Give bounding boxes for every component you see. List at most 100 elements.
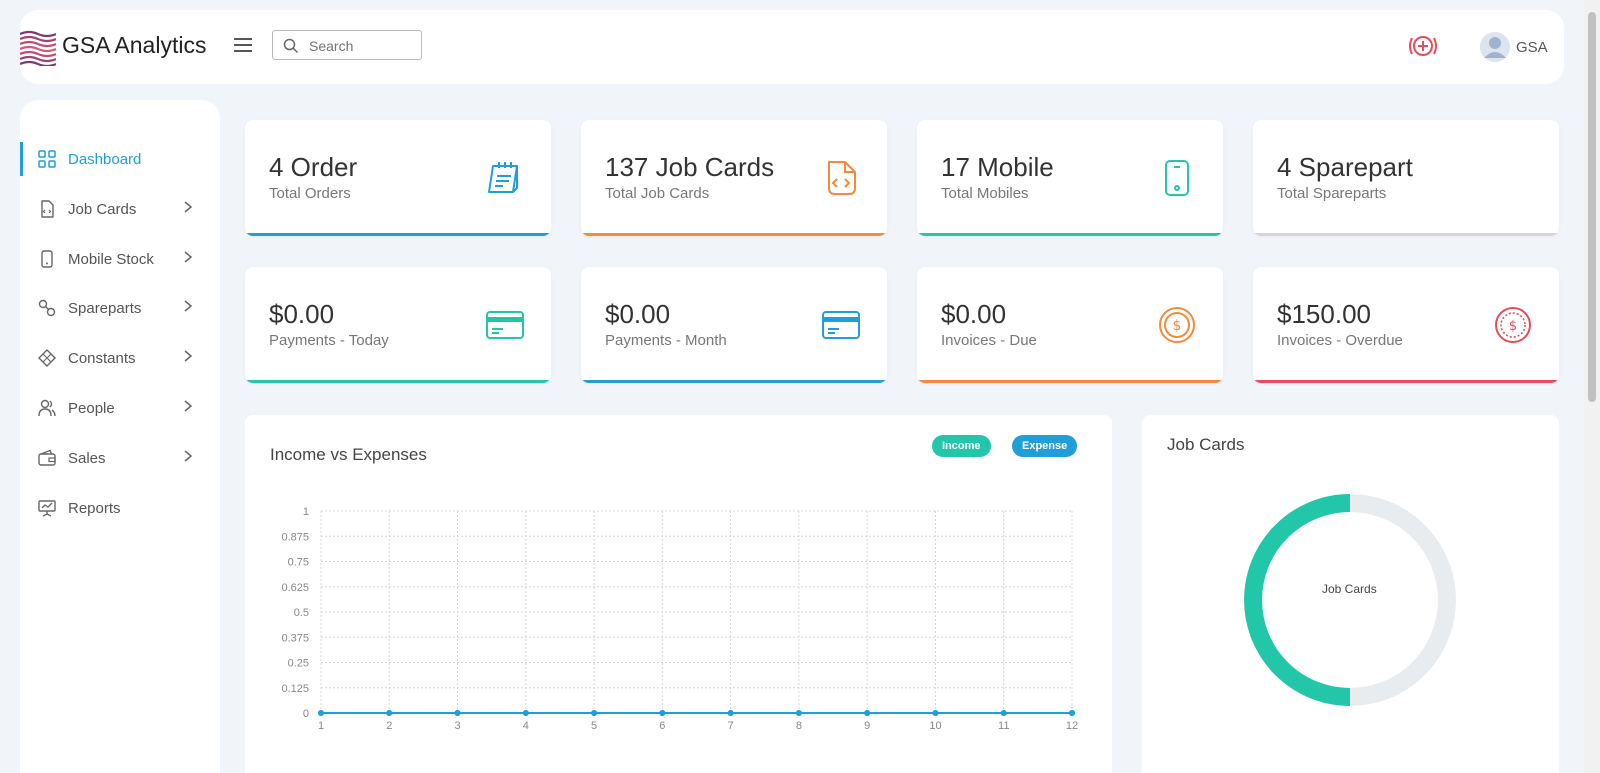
stat-card-payments-today[interactable]: $0.00 Payments - Today	[245, 267, 551, 383]
sidebar-item-label: Job Cards	[68, 200, 137, 218]
x-tick-label: 12	[1066, 720, 1078, 732]
stat-accent-bar	[1253, 233, 1559, 236]
sidebar-item-mobile-stock[interactable]: Mobile Stock	[20, 242, 220, 276]
stat-accent-bar	[245, 380, 551, 383]
stat-accent-bar	[581, 380, 887, 383]
data-point-expense	[659, 710, 666, 716]
sidebar-item-label: People	[68, 399, 115, 417]
data-point-expense	[795, 710, 802, 716]
sidebar-item-label: Sales	[68, 449, 106, 467]
x-tick-label: 1	[318, 720, 324, 732]
x-tick-label: 9	[864, 720, 870, 732]
mobile-icon	[41, 250, 53, 268]
stat-card-invoices-due[interactable]: $0.00 Invoices - Due $	[917, 267, 1223, 383]
stat-label: Total Spareparts	[1277, 185, 1387, 202]
sidebar-item-spareparts[interactable]: Spareparts	[20, 291, 220, 325]
stat-card-job-cards[interactable]: 137 Job Cards Total Job Cards	[581, 120, 887, 236]
chevron-right-icon	[184, 400, 193, 412]
y-tick-label: 0.625	[281, 582, 309, 594]
x-tick-label: 7	[728, 720, 734, 732]
y-tick-label: 0.5	[294, 607, 309, 619]
sidebar-item-label: Reports	[68, 499, 121, 517]
x-tick-label: 10	[929, 720, 941, 732]
y-tick-label: 0.125	[281, 683, 309, 695]
stat-accent-bar	[917, 233, 1223, 236]
stat-label: Payments - Today	[269, 332, 389, 349]
stat-value: 137 Job Cards	[605, 152, 775, 182]
search-input[interactable]	[309, 36, 414, 56]
spareparts-icon	[38, 299, 56, 317]
sidebar-item-reports[interactable]: Reports	[20, 491, 220, 525]
x-tick-label: 11	[998, 720, 1009, 732]
search-icon	[283, 38, 299, 54]
stat-accent-bar	[1253, 380, 1559, 383]
y-tick-label: 1	[303, 506, 309, 518]
stat-card-orders[interactable]: 4 Order Total Orders	[245, 120, 551, 236]
data-point-expense	[1000, 710, 1007, 716]
chevron-right-icon	[184, 450, 193, 462]
svg-text:$: $	[1173, 318, 1182, 334]
stat-accent-bar	[917, 380, 1223, 383]
data-point-expense	[932, 710, 939, 716]
grid-icon	[38, 150, 56, 168]
stat-accent-bar	[245, 233, 551, 236]
user-menu[interactable]: GSA	[1480, 30, 1548, 64]
data-point-expense	[522, 710, 529, 716]
job-cards-panel: Job Cards Job Cards	[1142, 415, 1559, 773]
sidebar-item-constants[interactable]: Constants	[20, 341, 220, 375]
wallet-icon	[38, 449, 56, 466]
x-tick-label: 6	[659, 720, 665, 732]
sidebar-item-label: Spareparts	[68, 299, 142, 317]
stat-value: $0.00	[941, 299, 1007, 329]
mobile-icon	[1165, 160, 1189, 196]
stat-value: 17 Mobile	[941, 152, 1054, 182]
sidebar-item-people[interactable]: People	[20, 391, 220, 425]
constants-icon	[38, 349, 56, 367]
y-tick-label: 0.875	[281, 531, 309, 543]
menu-toggle-icon[interactable]	[234, 38, 252, 56]
data-point-expense	[1069, 710, 1075, 716]
y-tick-label: 0.375	[281, 632, 309, 644]
y-tick-label: 0	[303, 708, 309, 720]
search-box[interactable]	[272, 30, 422, 60]
brand-name: GSA Analytics	[62, 32, 207, 58]
donut-slice[interactable]	[1349, 494, 1456, 706]
stat-label: Total Job Cards	[605, 185, 710, 202]
chevron-right-icon	[184, 300, 193, 312]
chevron-right-icon	[184, 251, 193, 263]
sidebar-item-sales[interactable]: Sales	[20, 441, 220, 475]
stat-card-spareparts[interactable]: 4 Sparepart Total Spareparts	[1253, 120, 1559, 236]
stat-card-mobiles[interactable]: 17 Mobile Total Mobiles	[917, 120, 1223, 236]
code-file-icon	[828, 161, 856, 195]
credit-card-icon	[822, 311, 860, 339]
donut-center-label: Job Cards	[1322, 582, 1377, 596]
logo-icon	[20, 30, 56, 66]
stat-label: Total Mobiles	[941, 185, 1029, 202]
sidebar-item-job-cards[interactable]: Job Cards	[20, 192, 220, 226]
x-tick-label: 4	[523, 720, 529, 732]
stat-value: $0.00	[269, 299, 335, 329]
data-point-expense	[591, 710, 598, 716]
job-card-icon	[41, 200, 54, 218]
add-circle-icon[interactable]	[1407, 32, 1439, 60]
data-point-expense	[386, 710, 393, 716]
stat-accent-bar	[581, 233, 887, 236]
x-tick-label: 5	[591, 720, 597, 732]
people-icon	[38, 399, 56, 417]
credit-card-icon	[486, 311, 524, 339]
svg-text:$: $	[1509, 319, 1517, 334]
income-expense-chart: 00.1250.250.3750.50.6250.750.87511 2 3 4 5 6 7…	[281, 506, 1078, 732]
data-point-expense	[727, 710, 734, 716]
order-note-icon	[488, 162, 518, 193]
sidebar-item-dashboard[interactable]: Dashboard	[20, 142, 220, 176]
x-tick-label: 3	[454, 720, 460, 732]
donut-slice[interactable]	[1244, 494, 1351, 706]
x-tick-label: 8	[796, 720, 802, 732]
presentation-icon	[38, 500, 56, 517]
sidebar-item-label: Constants	[68, 349, 136, 367]
stat-card-invoices-overdue[interactable]: $150.00 Invoices - Overdue $	[1253, 267, 1559, 383]
scrollbar-thumb[interactable]	[1588, 12, 1596, 402]
income-expense-panel: Income vs Expenses Income Expense 0 0.125…	[245, 415, 1112, 773]
top-navbar: GSA Analytics GSA	[20, 10, 1564, 84]
stat-card-payments-month[interactable]: $0.00 Payments - Month	[581, 267, 887, 383]
